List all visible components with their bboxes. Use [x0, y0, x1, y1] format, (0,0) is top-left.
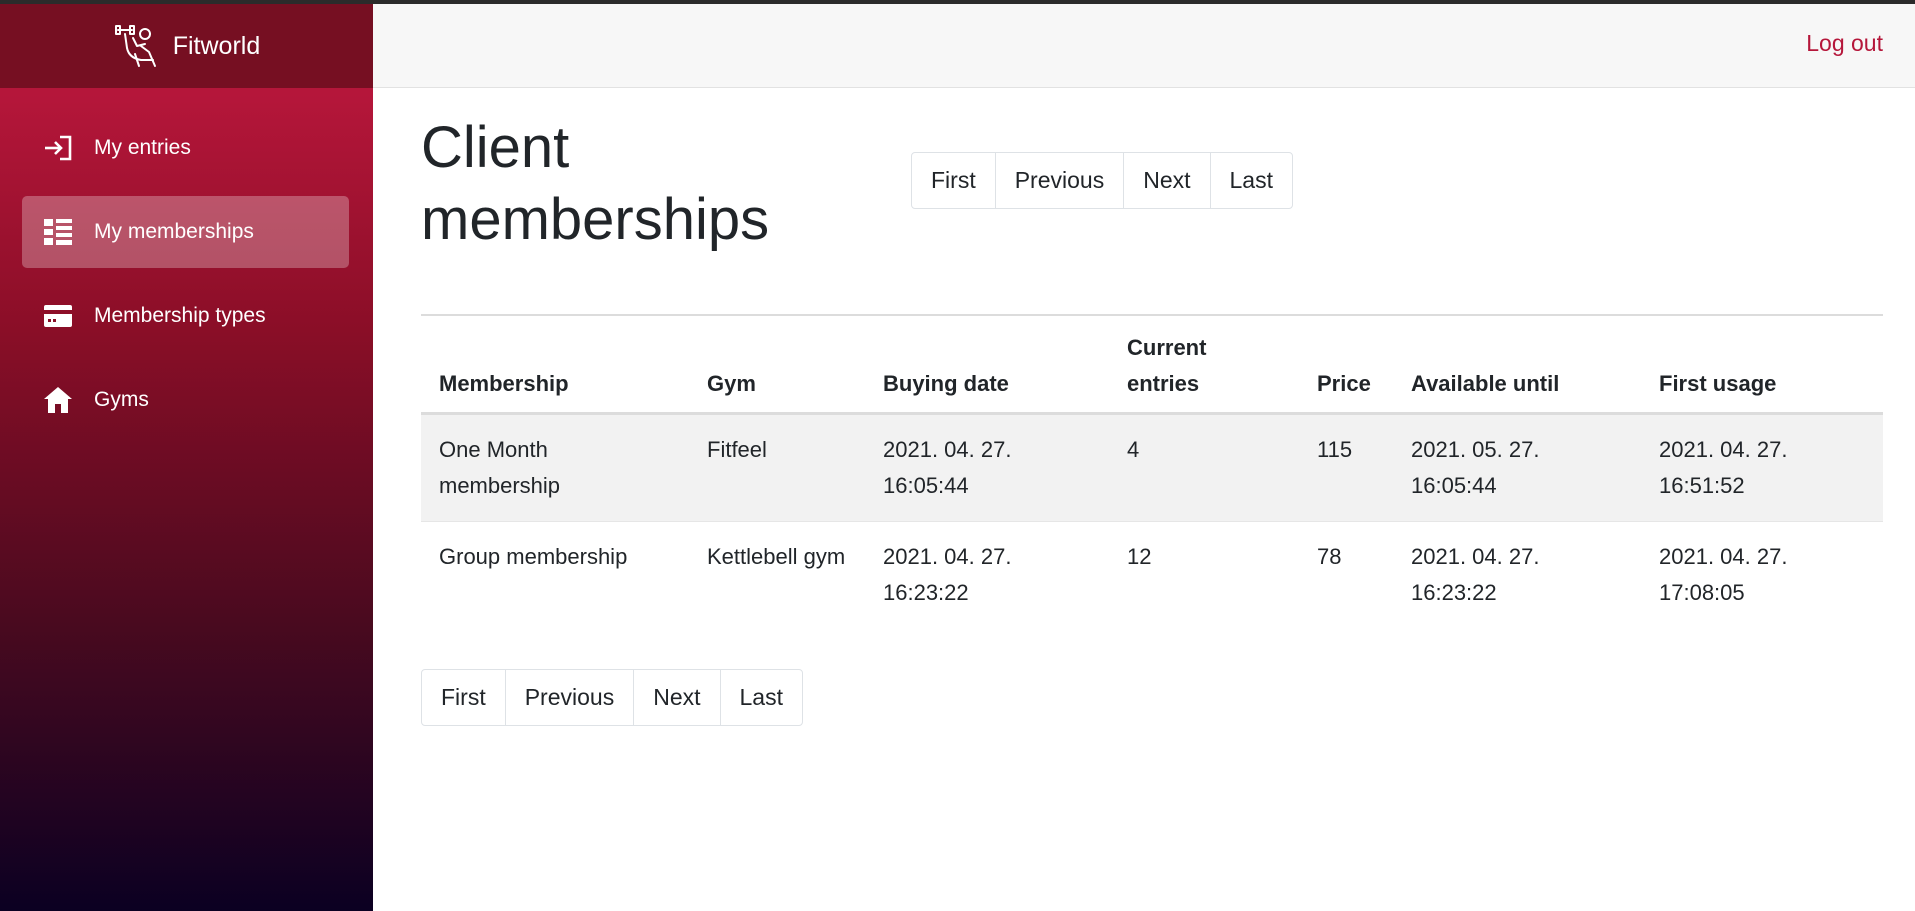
cell-buying-date: 2021. 04. 27. 16:05:44 [865, 413, 1109, 522]
sidebar-item-label: My memberships [94, 220, 254, 243]
first-page-button[interactable]: First [422, 670, 505, 725]
logout-link[interactable]: Log out [1806, 30, 1883, 57]
sidebar-item-my-entries[interactable]: My entries [22, 112, 349, 184]
cell-buying-date: 2021. 04. 27. 16:23:22 [883, 544, 1012, 605]
column-header-buying-date[interactable]: Buying date [865, 330, 1109, 415]
brand[interactable]: Fitworld [0, 4, 373, 88]
table-header-row: Membership Gym Buying date Current entri… [421, 330, 1883, 415]
cell-available-until: 2021. 05. 27. 16:05:44 [1393, 413, 1641, 522]
cell-current-entries: 12 [1127, 544, 1152, 569]
sidebar-item-label: Gyms [94, 388, 149, 411]
sidebar-item-gyms[interactable]: Gyms [22, 364, 349, 436]
sidebar-item-membership-types[interactable]: Membership types [22, 280, 349, 352]
credit-card-icon [42, 300, 74, 332]
last-page-button[interactable]: Last [1209, 153, 1292, 208]
window-top-border [0, 0, 1915, 4]
top-header: Log out [373, 4, 1915, 88]
cell-price: 115 [1299, 413, 1393, 522]
column-header-price[interactable]: Price [1299, 330, 1393, 415]
cell-membership: Group membership [439, 544, 628, 569]
column-header-current-entries[interactable]: Current entries [1109, 330, 1299, 415]
fitness-logo-icon [114, 25, 156, 67]
sidebar-item-my-memberships[interactable]: My memberships [22, 196, 349, 268]
cell-membership: One Month membership [421, 413, 689, 522]
cell-current-entries: 4 [1109, 413, 1299, 522]
column-header-first-usage[interactable]: First usage [1641, 330, 1883, 415]
cell-price: 78 [1317, 544, 1342, 569]
pagination-bottom: First Previous Next Last [421, 669, 803, 726]
previous-page-button[interactable]: Previous [504, 670, 633, 725]
list-view-icon [42, 216, 74, 248]
last-page-button[interactable]: Last [719, 670, 802, 725]
sidebar-nav: My entries My memberships Membership typ… [22, 112, 349, 448]
sidebar-item-label: Membership types [94, 304, 266, 327]
home-icon [42, 384, 74, 416]
cell-gym: Kettlebell gym [707, 544, 846, 569]
sidebar: Fitworld My entries My memberships Membe… [0, 0, 373, 911]
previous-page-button[interactable]: Previous [994, 153, 1123, 208]
first-page-button[interactable]: First [912, 153, 995, 208]
table-row[interactable]: Group membership Kettlebell gym 2021. 04… [421, 522, 1883, 629]
column-header-available-until[interactable]: Available until [1393, 330, 1641, 415]
app-name: Fitworld [172, 31, 261, 60]
pagination-top: First Previous Next Last [911, 152, 1293, 209]
cell-first-usage: 2021. 04. 27. 17:08:05 [1659, 544, 1788, 605]
cell-first-usage: 2021. 04. 27. 16:51:52 [1641, 413, 1883, 522]
table-row[interactable]: One Month membership Fitfeel 2021. 04. 2… [421, 413, 1883, 522]
page-title: Client memberships [421, 115, 770, 252]
column-header-gym[interactable]: Gym [689, 330, 865, 415]
cell-available-until: 2021. 04. 27. 16:23:22 [1411, 544, 1540, 605]
cell-gym: Fitfeel [689, 413, 865, 522]
sidebar-item-label: My entries [94, 136, 191, 159]
next-page-button[interactable]: Next [633, 670, 719, 725]
title-divider [421, 314, 1883, 316]
next-page-button[interactable]: Next [1123, 153, 1209, 208]
memberships-table: Membership Gym Buying date Current entri… [421, 330, 1883, 628]
login-arrow-icon [42, 132, 74, 164]
column-header-membership[interactable]: Membership [421, 330, 689, 415]
